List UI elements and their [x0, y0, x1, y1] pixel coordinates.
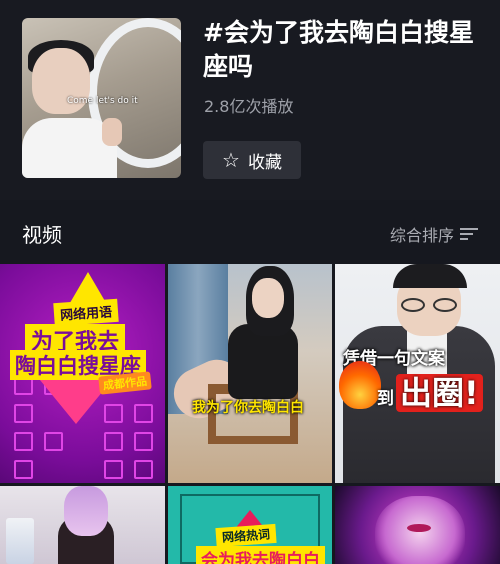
decor-square — [134, 460, 153, 479]
thumbnail-subtitle: 我为了你去陶白白 — [192, 400, 304, 416]
video-thumbnail[interactable] — [335, 486, 500, 564]
person-hair — [393, 264, 467, 288]
video-thumbnail[interactable] — [0, 486, 165, 564]
person-lips — [407, 524, 431, 532]
video-thumbnail[interactable]: 网络用语 为了我去 陶白白搜星座 成都作品 — [0, 264, 165, 483]
flame-icon — [339, 361, 381, 409]
favorite-button[interactable]: ☆ 收藏 — [203, 141, 301, 179]
decor-square — [14, 460, 33, 479]
headline-prefix: 到 — [377, 389, 394, 409]
favorite-label: 收藏 — [247, 152, 282, 173]
decor-square — [104, 432, 123, 451]
topic-header: Come let's do it #会为了我去陶白白搜星座吗 2.8亿次播放 ☆… — [0, 0, 500, 200]
drink-cup — [6, 518, 34, 564]
section-title: 视频 — [22, 223, 62, 247]
video-thumbnail[interactable]: 网络热词 会为我去陶白白 — [168, 486, 332, 564]
person-face — [252, 278, 284, 318]
sort-label: 综合排序 — [389, 226, 454, 245]
headline-emphasis: 出圈! — [396, 374, 483, 412]
sort-lines-icon — [460, 227, 478, 241]
decor-square — [134, 432, 153, 451]
decor-square — [104, 460, 123, 479]
cover-person-hand — [102, 118, 122, 146]
topic-title: #会为了我去陶白白搜星座吗 — [203, 18, 474, 81]
decor-square — [14, 404, 33, 423]
anime-mask — [64, 486, 108, 536]
video-section-bar: 视频 综合排序 — [0, 200, 500, 264]
decor-square — [14, 432, 33, 451]
thumbnail-headline: 会为我去陶白白 — [196, 546, 325, 564]
sort-button[interactable]: 综合排序 — [390, 222, 478, 246]
thumbnail-headline-2: 到出圈! — [377, 368, 483, 414]
video-thumbnail[interactable]: 我为了你去陶白白 — [168, 264, 332, 483]
video-grid: 网络用语 为了我去 陶白白搜星座 成都作品 我为了你去陶白白 凭借一句文案 到出… — [0, 264, 500, 564]
thumbnail-tag: 网络用语 — [53, 298, 119, 327]
decor-square — [44, 432, 63, 451]
play-count: 2.8亿次播放 — [204, 97, 294, 116]
star-outline-icon: ☆ — [222, 148, 240, 172]
decor-square — [134, 404, 153, 423]
glasses — [401, 298, 459, 314]
thumbnail-sticker: 成都作品 — [98, 371, 152, 395]
video-thumbnail[interactable]: 凭借一句文案 到出圈! — [335, 264, 500, 483]
cover-caption: Come let's do it — [67, 96, 138, 106]
topic-cover-image[interactable]: Come let's do it — [22, 18, 181, 178]
